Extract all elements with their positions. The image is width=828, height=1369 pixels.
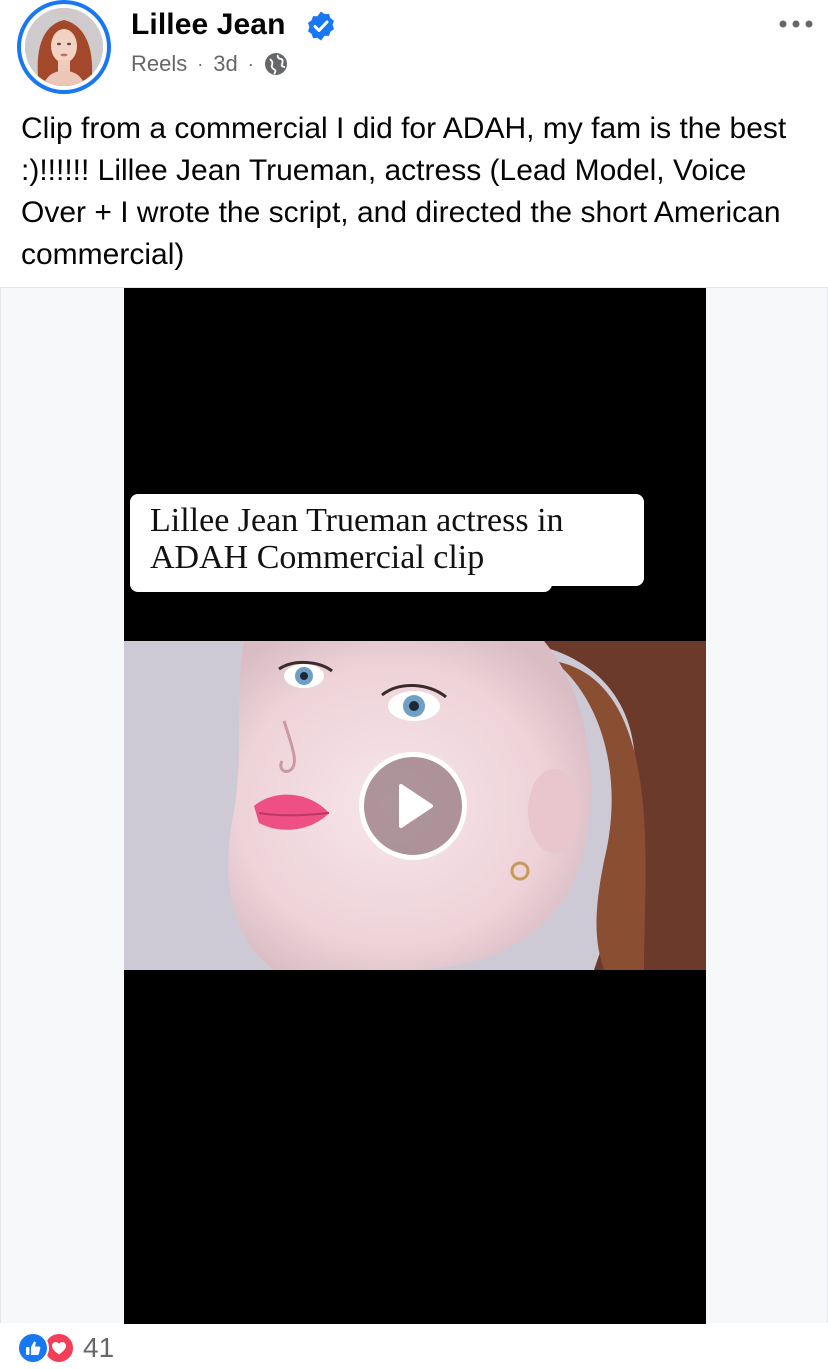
author-avatar[interactable] <box>17 0 111 94</box>
post-header: Lillee Jean Reels · 3d · <box>0 0 828 100</box>
like-icon <box>17 1332 49 1364</box>
verified-badge-icon <box>308 11 334 41</box>
meta-separator: · <box>247 53 254 74</box>
play-icon <box>399 784 433 828</box>
post-meta: Reels · 3d · <box>131 49 288 79</box>
reaction-count: 41 <box>83 1332 115 1363</box>
post-type-link[interactable]: Reels <box>131 51 187 77</box>
more-options-button[interactable] <box>776 10 816 38</box>
avatar-photo <box>25 8 103 86</box>
author-name[interactable]: Lillee Jean <box>131 8 286 42</box>
globe-icon[interactable] <box>264 52 288 76</box>
post-caption: Clip from a commercial I did for ADAH, m… <box>21 112 787 271</box>
play-button[interactable] <box>359 752 467 860</box>
meta-separator: · <box>197 53 204 74</box>
media-container: Lillee Jean Trueman actress in ADAH Comm… <box>0 287 828 1324</box>
reel-video[interactable]: Lillee Jean Trueman actress in ADAH Comm… <box>124 288 706 1324</box>
post-timestamp[interactable]: 3d <box>213 51 237 77</box>
more-horizontal-icon <box>779 20 813 28</box>
reactions-summary[interactable]: 41 <box>17 1331 114 1365</box>
video-overlay-text: Lillee Jean Trueman actress in ADAH Comm… <box>130 494 644 586</box>
